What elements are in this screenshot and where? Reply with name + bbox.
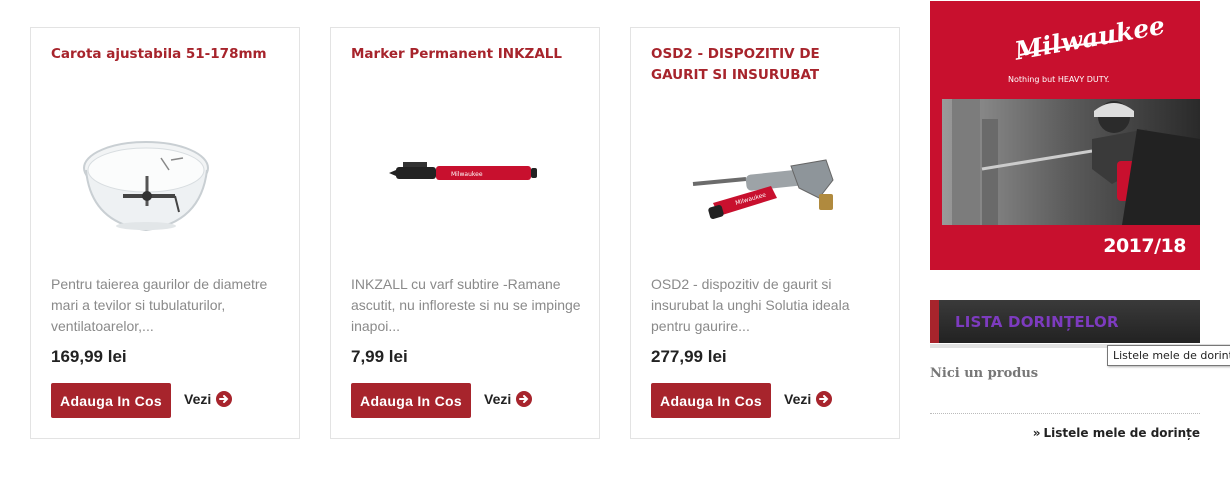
arrow-right-icon [216,391,233,407]
wishlist-tooltip: Listele mele de dorințe [1107,345,1230,366]
catalog-year: 2017/18 [1103,235,1186,257]
product-description: OSD2 - dispozitiv de gaurit si insurubat… [651,276,850,334]
product-title[interactable]: OSD2 - DISPOZITIV DE GAURIT SI INSURUBAT [651,44,881,86]
add-to-cart-button[interactable]: Adauga In Cos [351,383,471,418]
adjustable-hole-saw-icon[interactable] [51,108,281,258]
arrow-right-icon [816,391,833,407]
my-wishlists-link[interactable]: » Listele mele de dorințe [930,426,1200,440]
milwaukee-catalog-banner[interactable]: Milwaukee Nothing but HEAVY DUTY. 2017/1… [930,1,1200,270]
svg-text:Milwaukee: Milwaukee [1012,11,1167,66]
product-description: Pentru taierea gaurilor de diametre mari… [51,276,268,334]
right-angle-drill-adapter-icon[interactable]: Milwaukee [651,108,881,258]
add-to-cart-button[interactable]: Adauga In Cos [51,383,171,418]
wishlist-empty-text: Nici un produs [930,366,1039,381]
add-to-cart-button[interactable]: Adauga In Cos [651,383,771,418]
double-chevron-icon: » [1032,426,1041,440]
product-card: Marker Permanent INKZALL Milwaukee INKZA… [330,27,600,439]
view-link[interactable]: Vezi [184,391,233,407]
product-card: OSD2 - DISPOZITIV DE GAURIT SI INSURUBAT… [630,27,900,439]
svg-text:Milwaukee: Milwaukee [451,171,483,178]
wishlist-header: LISTA DORINȚELOR [930,300,1200,343]
worker-with-drill-photo [942,99,1200,225]
product-card: Carota ajustabila 51-178mm Pentru taiere… [30,27,300,439]
arrow-right-icon [516,391,533,407]
view-label: Vezi [184,391,212,407]
banner-tagline: Nothing but HEAVY DUTY. [1008,75,1110,84]
product-title[interactable]: Marker Permanent INKZALL [351,44,581,65]
product-price: 277,99 lei [651,347,727,366]
view-label: Vezi [484,391,512,407]
my-wishlists-label: Listele mele de dorințe [1043,426,1200,440]
dotted-divider [930,413,1200,414]
product-price: 7,99 lei [351,347,408,366]
view-link[interactable]: Vezi [784,391,833,407]
wishlist-title[interactable]: LISTA DORINȚELOR [955,313,1119,331]
product-description: INKZALL cu varf subtire -Ramane ascutit,… [351,276,581,334]
product-title[interactable]: Carota ajustabila 51-178mm [51,44,281,65]
view-label: Vezi [784,391,812,407]
product-price: 169,99 lei [51,347,127,366]
permanent-marker-icon[interactable]: Milwaukee [351,108,581,258]
view-link[interactable]: Vezi [484,391,533,407]
